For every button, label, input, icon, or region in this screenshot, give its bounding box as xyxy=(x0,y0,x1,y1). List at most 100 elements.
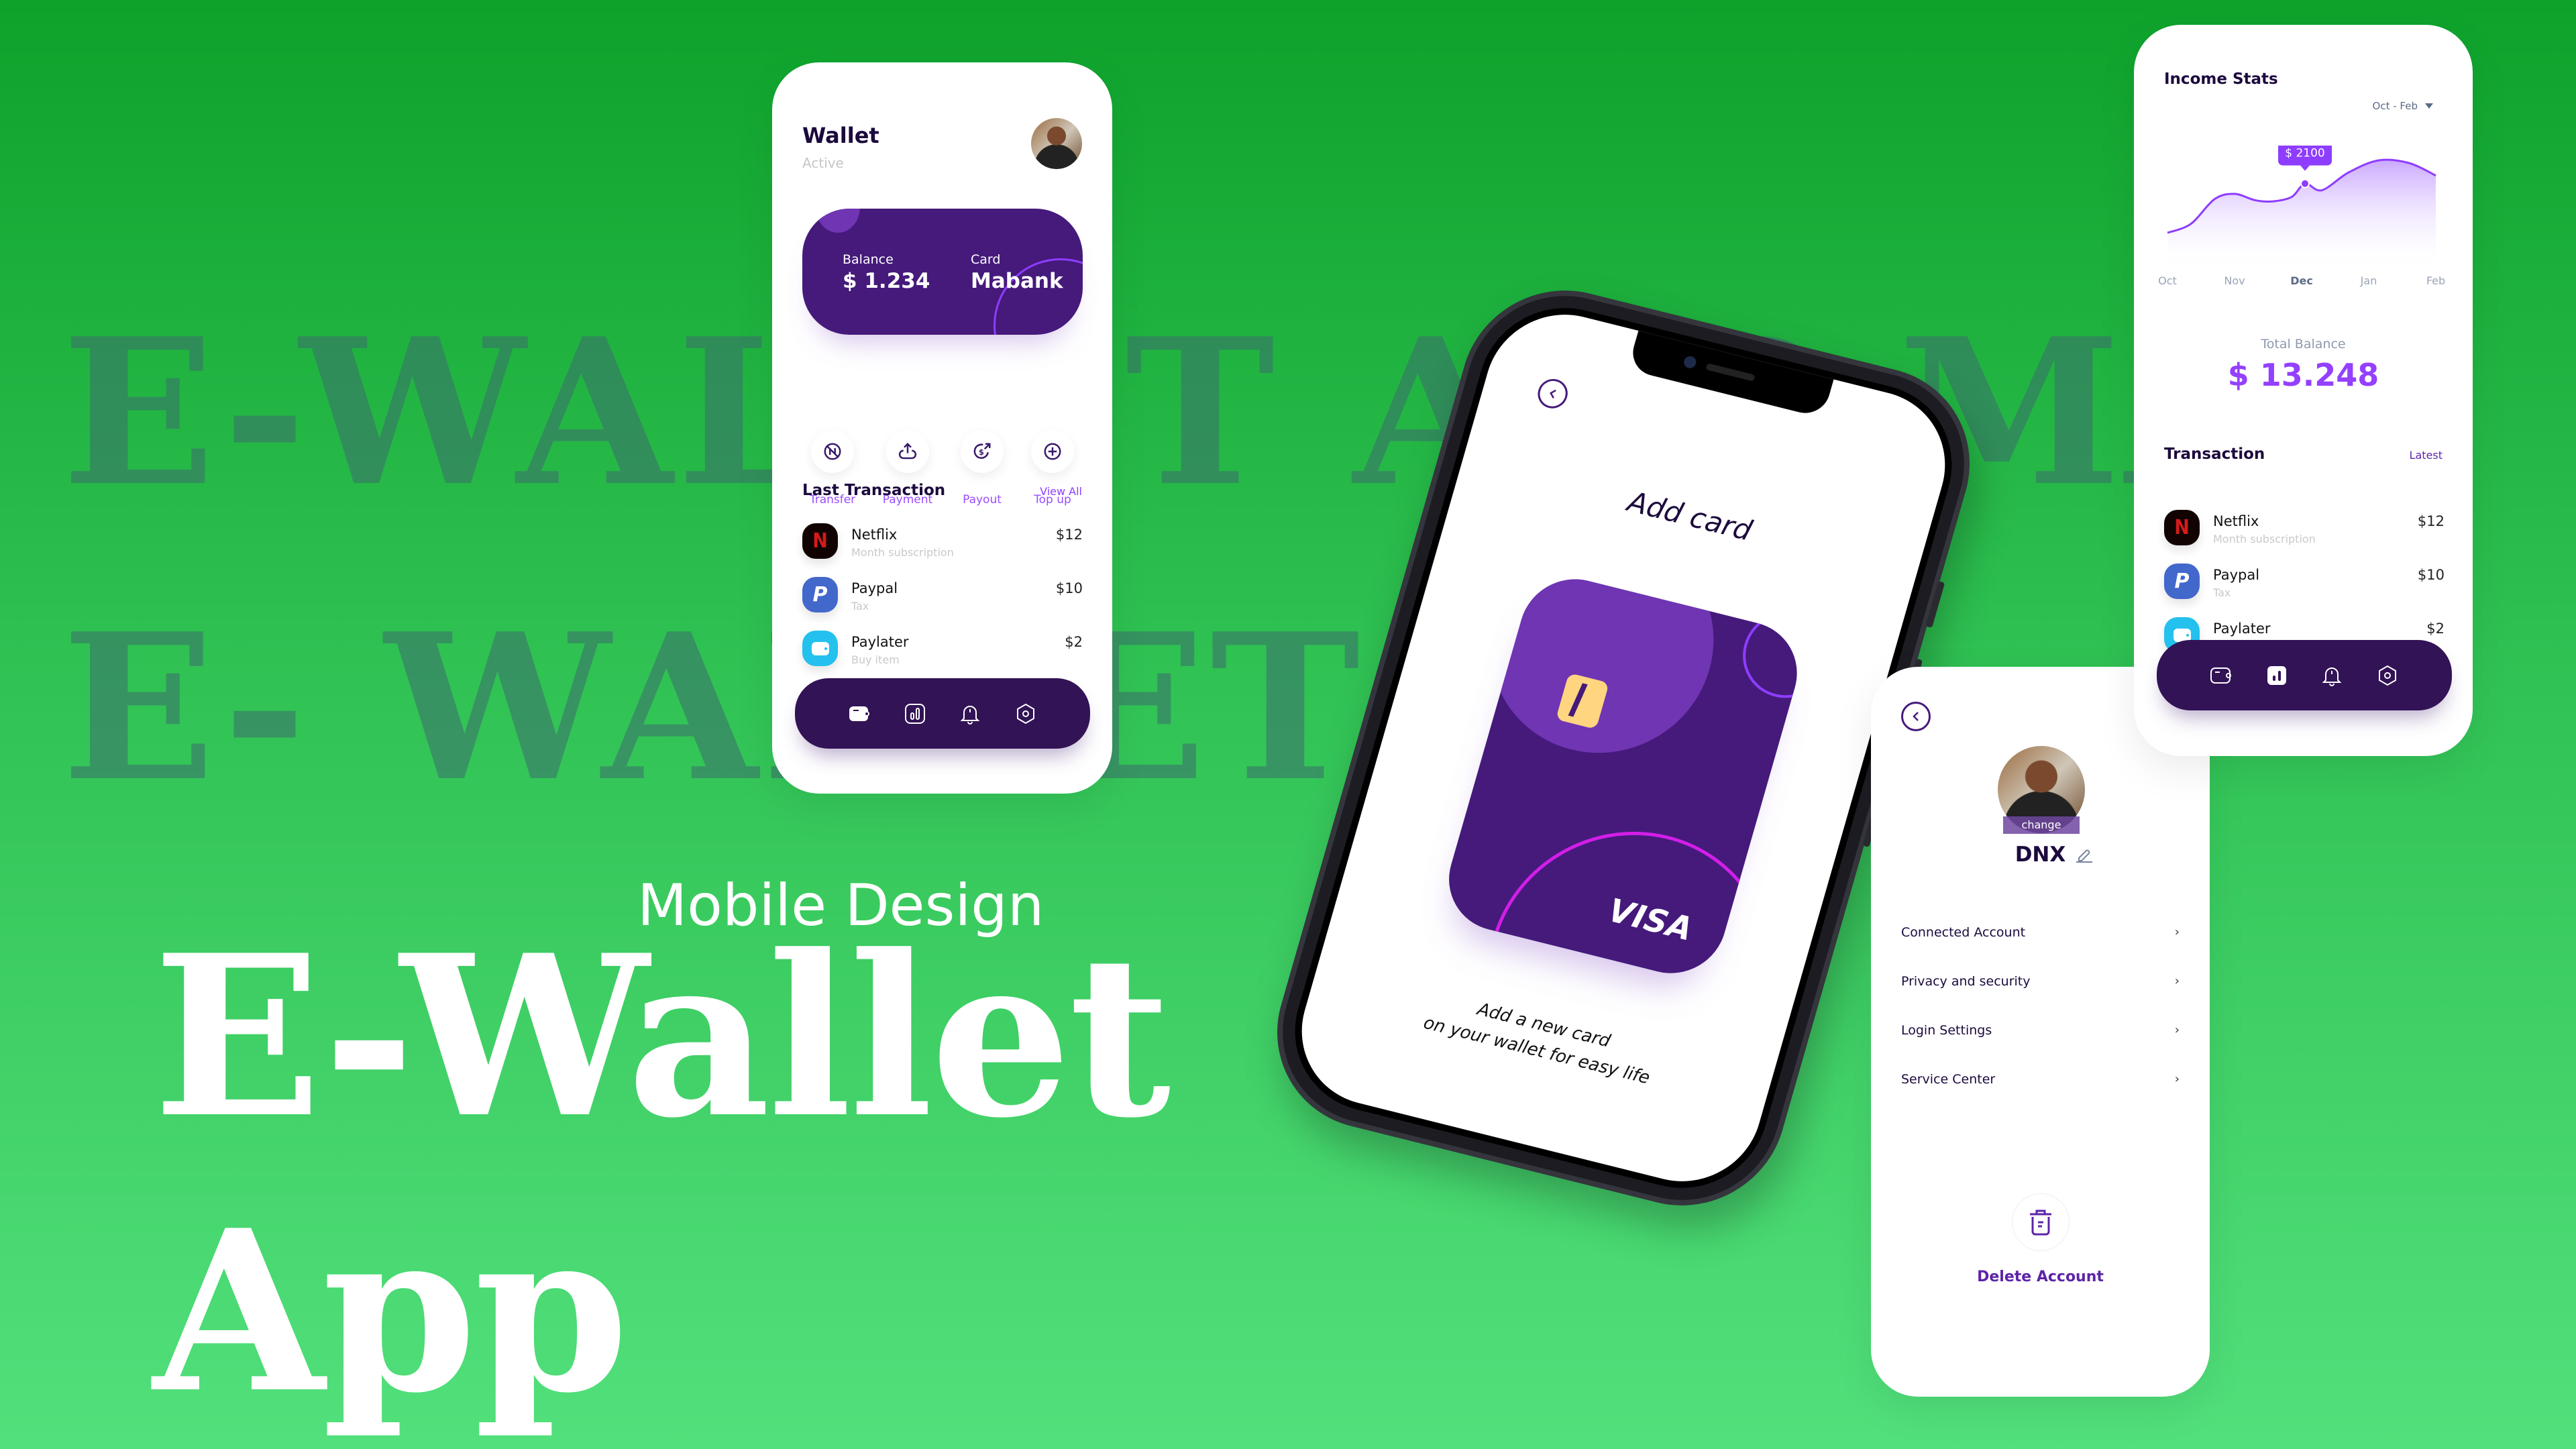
change-avatar-button[interactable]: change xyxy=(2003,816,2080,834)
chart-tooltip: $ 2100 xyxy=(2278,146,2332,171)
transaction-desc: Buy item xyxy=(851,653,900,666)
menu-item-label: Connected Account xyxy=(1901,925,2026,940)
credit-card[interactable]: VISA xyxy=(1436,568,1810,985)
transaction-row[interactable]: P Paypal Tax $10 xyxy=(2164,564,2445,617)
back-button[interactable] xyxy=(1534,376,1572,412)
gear-icon xyxy=(1016,703,1034,724)
nav-settings[interactable] xyxy=(1011,699,1040,729)
transaction-name: Paypal xyxy=(2213,567,2260,583)
balance-value: $ 1.234 xyxy=(843,269,930,293)
nav-notifications[interactable] xyxy=(955,699,985,729)
transaction-amount: $10 xyxy=(2417,567,2445,583)
transaction-name: Netflix xyxy=(2213,513,2259,529)
transaction-amount: $2 xyxy=(2426,621,2445,637)
section-title: Transaction xyxy=(2164,445,2265,463)
wallet-icon xyxy=(849,706,870,721)
card-decoration-ring xyxy=(1454,802,1806,985)
nav-wallet[interactable] xyxy=(845,699,874,729)
transaction-row[interactable]: Paylater Buy item $2 xyxy=(802,631,1083,684)
bottom-nav xyxy=(2157,640,2452,710)
total-balance-value: $ 13.248 xyxy=(2227,357,2379,393)
menu-item-connected-account[interactable]: Connected Account › xyxy=(1901,925,2180,974)
total-balance-label: Total Balance xyxy=(2261,337,2346,352)
menu-item-login-settings[interactable]: Login Settings › xyxy=(1901,1023,2180,1072)
nav-wallet[interactable] xyxy=(2206,661,2236,690)
transaction-desc: Tax xyxy=(2213,586,2231,599)
chart-icon xyxy=(2267,665,2286,685)
hero-title-line-1: E-Wallet xyxy=(153,906,1171,1167)
latest-link[interactable]: Latest xyxy=(2410,449,2443,462)
x-tick-label: Jan xyxy=(2360,274,2377,287)
wallet-status: Active xyxy=(802,155,844,171)
view-all-link[interactable]: View All xyxy=(1040,485,1082,498)
nav-settings[interactable] xyxy=(2373,661,2402,690)
chart-x-axis: Oct Nov Dec Jan Feb xyxy=(2158,274,2446,294)
nav-stats[interactable] xyxy=(900,699,930,729)
transaction-row[interactable]: P Paypal Tax $10 xyxy=(802,577,1083,631)
chart-point-highlight[interactable] xyxy=(2300,178,2310,189)
x-tick-label: Nov xyxy=(2224,274,2245,287)
profile-name: DNX xyxy=(2015,843,2066,867)
paylater-logo-icon xyxy=(802,631,838,666)
add-card-title: Add card xyxy=(1624,484,1756,547)
bell-icon xyxy=(2322,667,2342,686)
back-button[interactable] xyxy=(1901,702,1931,731)
transaction-desc: Month subscription xyxy=(2213,533,2316,545)
transaction-desc: Tax xyxy=(851,600,869,612)
trash-icon xyxy=(2030,1210,2051,1236)
chevron-right-icon: › xyxy=(2174,1023,2180,1037)
chevron-right-icon: › xyxy=(2174,1072,2180,1086)
payout-icon: $ xyxy=(973,443,991,459)
action-label: Payout xyxy=(963,493,1002,506)
transaction-row[interactable]: N Netflix Month subscription $12 xyxy=(2164,510,2445,564)
chart-area xyxy=(2167,160,2436,270)
svg-text:$: $ xyxy=(979,448,984,457)
delete-account-label[interactable]: Delete Account xyxy=(1871,1269,2210,1285)
balance-label: Balance xyxy=(843,252,894,267)
transaction-name: Paylater xyxy=(851,634,909,650)
chevron-left-icon xyxy=(1550,389,1556,398)
transaction-amount: $12 xyxy=(2417,513,2445,529)
income-chart: $ 2100 xyxy=(2167,146,2436,270)
card-value: Mabank xyxy=(971,269,1063,293)
transaction-amount: $12 xyxy=(1055,527,1083,543)
transaction-list: N Netflix Month subscription $12 P Paypa… xyxy=(802,523,1083,684)
wallet-title: Wallet xyxy=(802,123,879,148)
gear-icon xyxy=(2378,665,2396,686)
avatar[interactable] xyxy=(1031,118,1082,169)
chevron-left-icon xyxy=(1913,712,1919,721)
card-decoration-ring xyxy=(1732,602,1810,708)
balance-card[interactable]: Balance $ 1.234 Card Mabank xyxy=(802,209,1083,335)
edit-icon[interactable] xyxy=(2075,847,2094,863)
profile-screen: change DNX Connected Account › Privacy a… xyxy=(1871,667,2210,1397)
transaction-name: Paylater xyxy=(2213,621,2271,637)
netflix-logo-icon: N xyxy=(2164,510,2200,545)
paypal-logo-icon: P xyxy=(2164,564,2200,599)
menu-item-label: Privacy and security xyxy=(1901,974,2031,989)
x-tick-label: Dec xyxy=(2290,274,2313,287)
nav-stats[interactable] xyxy=(2262,661,2292,690)
paypal-logo-icon: P xyxy=(802,577,838,612)
transfer-icon xyxy=(824,443,841,460)
upload-icon xyxy=(898,442,917,460)
watermark-line-2: E- WALLET xyxy=(62,589,1364,826)
nav-notifications[interactable] xyxy=(2317,661,2347,690)
delete-account-button[interactable] xyxy=(2012,1193,2070,1251)
action-payout[interactable]: $ Payout xyxy=(945,430,1019,506)
range-dropdown[interactable]: Oct - Feb xyxy=(2373,100,2434,112)
range-value: Oct - Feb xyxy=(2372,100,2418,112)
chart-icon xyxy=(904,703,925,724)
transaction-row[interactable]: N Netflix Month subscription $12 xyxy=(802,523,1083,577)
caret-down-icon xyxy=(2425,103,2433,109)
menu-item-privacy-security[interactable]: Privacy and security › xyxy=(1901,974,2180,1023)
wallet-icon xyxy=(2210,667,2232,684)
x-tick-label: Feb xyxy=(2426,274,2446,287)
watermark-line-1: E-WALLET APP MAN xyxy=(62,294,2473,531)
menu-item-label: Login Settings xyxy=(1901,1023,1992,1038)
menu-item-service-center[interactable]: Service Center › xyxy=(1901,1072,2180,1121)
card-decoration-blob xyxy=(1464,568,1740,777)
section-title: Last Transaction xyxy=(802,482,946,499)
menu-item-label: Service Center xyxy=(1901,1072,1996,1087)
income-stats-title: Income Stats xyxy=(2164,70,2278,88)
x-tick-label: Oct xyxy=(2158,274,2177,287)
